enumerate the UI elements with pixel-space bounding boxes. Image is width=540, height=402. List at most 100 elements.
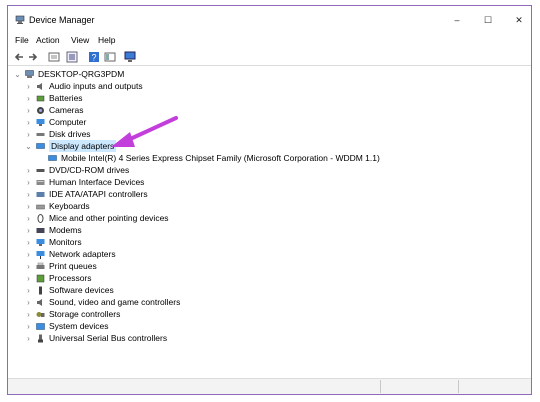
chevron-right-icon[interactable]: › <box>24 298 33 307</box>
menu-help[interactable]: Help <box>98 35 115 45</box>
tree-item-sound[interactable]: › Sound, video and game controllers <box>24 296 180 308</box>
chevron-down-icon[interactable]: ⌄ <box>24 142 33 151</box>
svg-text:?: ? <box>91 53 96 63</box>
tree-item-usb[interactable]: › Universal Serial Bus controllers <box>24 332 167 344</box>
tree-item-computer[interactable]: › Computer <box>24 116 86 128</box>
chevron-down-icon[interactable]: ⌄ <box>13 70 22 79</box>
tree-item-label: Monitors <box>49 237 82 247</box>
display-icon <box>48 154 57 161</box>
monitor-icon[interactable] <box>124 51 136 63</box>
chevron-right-icon[interactable]: › <box>24 226 33 235</box>
disk-icon <box>36 132 45 136</box>
processor-icon <box>36 274 45 282</box>
toolbar: ? <box>8 49 531 66</box>
tree-item-label: Print queues <box>49 261 97 271</box>
tree-item-label: Keyboards <box>49 201 90 211</box>
tree-item-label: Cameras <box>49 105 84 115</box>
tree-item-cameras[interactable]: › Cameras <box>24 104 83 116</box>
title-bar[interactable]: Device Manager – ☐ ✕ <box>8 6 531 34</box>
chevron-right-icon[interactable]: › <box>24 178 33 187</box>
device-manager-icon <box>15 15 25 24</box>
menu-view[interactable]: View <box>71 35 89 45</box>
chevron-right-icon[interactable]: › <box>24 118 33 127</box>
tree-item-modems[interactable]: › Modems <box>24 224 81 236</box>
chevron-right-icon[interactable]: › <box>24 106 33 115</box>
tree-item-label: Disk drives <box>49 129 91 139</box>
tree-item-label: Audio inputs and outputs <box>49 81 143 91</box>
tree-item-software[interactable]: › Software devices <box>24 284 114 296</box>
device-tree: ⌄ DESKTOP-QRG3PDM › Audio inputs and out… <box>8 66 531 366</box>
chevron-right-icon[interactable]: › <box>24 130 33 139</box>
chevron-right-icon[interactable]: › <box>24 202 33 211</box>
tree-item-label: Computer <box>49 117 87 127</box>
tree-item-dvd[interactable]: › DVD/CD-ROM drives <box>24 164 129 176</box>
chevron-right-icon[interactable]: › <box>24 190 33 199</box>
tree-item-monitors[interactable]: › Monitors <box>24 236 82 248</box>
tree-item-batteries[interactable]: › Batteries <box>24 92 83 104</box>
battery-icon <box>36 95 45 101</box>
chevron-right-icon[interactable]: › <box>24 238 33 247</box>
chevron-right-icon[interactable]: › <box>24 286 33 295</box>
tree-item-label: Software devices <box>49 285 114 295</box>
hid-icon <box>36 179 45 185</box>
device-manager-window: Device Manager – ☐ ✕ File Action View He… <box>7 5 532 395</box>
tree-item-display-adapters[interactable]: ⌄ Display adapters <box>24 140 117 152</box>
back-arrow-icon[interactable] <box>13 51 25 63</box>
help-icon[interactable]: ? <box>88 51 100 63</box>
printer-icon <box>36 262 45 269</box>
tree-item-ide[interactable]: › IDE ATA/ATAPI controllers <box>24 188 148 200</box>
monitor-icon <box>36 238 45 246</box>
chevron-right-icon[interactable]: › <box>24 262 33 271</box>
status-divider <box>380 380 381 393</box>
menu-file[interactable]: File <box>15 35 29 45</box>
tree-item-keyboards[interactable]: › Keyboards <box>24 200 90 212</box>
chevron-right-icon[interactable]: › <box>24 310 33 319</box>
chevron-right-icon[interactable]: › <box>24 166 33 175</box>
modem-icon <box>36 227 45 233</box>
tree-item-audio[interactable]: › Audio inputs and outputs <box>24 80 143 92</box>
tree-item-print-queues[interactable]: › Print queues <box>24 260 97 272</box>
status-divider <box>458 380 459 393</box>
tree-item-processors[interactable]: › Processors <box>24 272 91 284</box>
computer-icon <box>25 69 34 78</box>
sound-icon <box>37 298 42 306</box>
chevron-right-icon[interactable]: › <box>24 250 33 259</box>
show-hidden-icon[interactable] <box>66 51 78 63</box>
network-icon <box>36 250 45 259</box>
chevron-right-icon[interactable]: › <box>24 94 33 103</box>
tree-item-network[interactable]: › Network adapters <box>24 248 115 260</box>
chevron-right-icon[interactable]: › <box>24 334 33 343</box>
mouse-icon <box>37 213 44 223</box>
tree-item-label: Batteries <box>49 93 83 103</box>
tree-root[interactable]: ⌄ DESKTOP-QRG3PDM <box>13 68 124 80</box>
display-icon <box>36 142 45 149</box>
tree-item-system[interactable]: › System devices <box>24 320 109 332</box>
chevron-right-icon[interactable]: › <box>24 214 33 223</box>
close-button[interactable]: ✕ <box>502 10 536 30</box>
chevron-right-icon[interactable]: › <box>24 322 33 331</box>
forward-arrow-icon[interactable] <box>27 51 39 63</box>
tree-item-label: IDE ATA/ATAPI controllers <box>49 189 148 199</box>
usb-icon <box>38 334 43 342</box>
tree-item-label: System devices <box>49 321 109 331</box>
dvd-icon <box>36 168 45 172</box>
chevron-right-icon[interactable]: › <box>24 274 33 283</box>
chevron-right-icon[interactable]: › <box>24 82 33 91</box>
view-icon[interactable] <box>104 51 116 63</box>
status-bar <box>8 378 531 394</box>
maximize-button[interactable]: ☐ <box>471 10 505 30</box>
maximize-icon: ☐ <box>483 14 493 25</box>
tree-item-storage[interactable]: › Storage controllers <box>24 308 120 320</box>
minimize-icon: – <box>454 15 460 25</box>
tree-item-mice[interactable]: › Mice and other pointing devices <box>24 212 168 224</box>
tree-item-display-child[interactable]: Mobile Intel(R) 4 Series Express Chipset… <box>48 152 380 164</box>
menu-action[interactable]: Action <box>36 35 60 45</box>
storage-icon <box>36 311 45 317</box>
computer-icon <box>36 118 45 126</box>
properties-icon[interactable] <box>48 51 60 63</box>
tree-item-label: Storage controllers <box>49 309 121 319</box>
minimize-button[interactable]: – <box>440 10 474 30</box>
tree-item-hid[interactable]: › Human Interface Devices <box>24 176 144 188</box>
tree-item-disk-drives[interactable]: › Disk drives <box>24 128 91 140</box>
system-icon <box>36 322 45 330</box>
